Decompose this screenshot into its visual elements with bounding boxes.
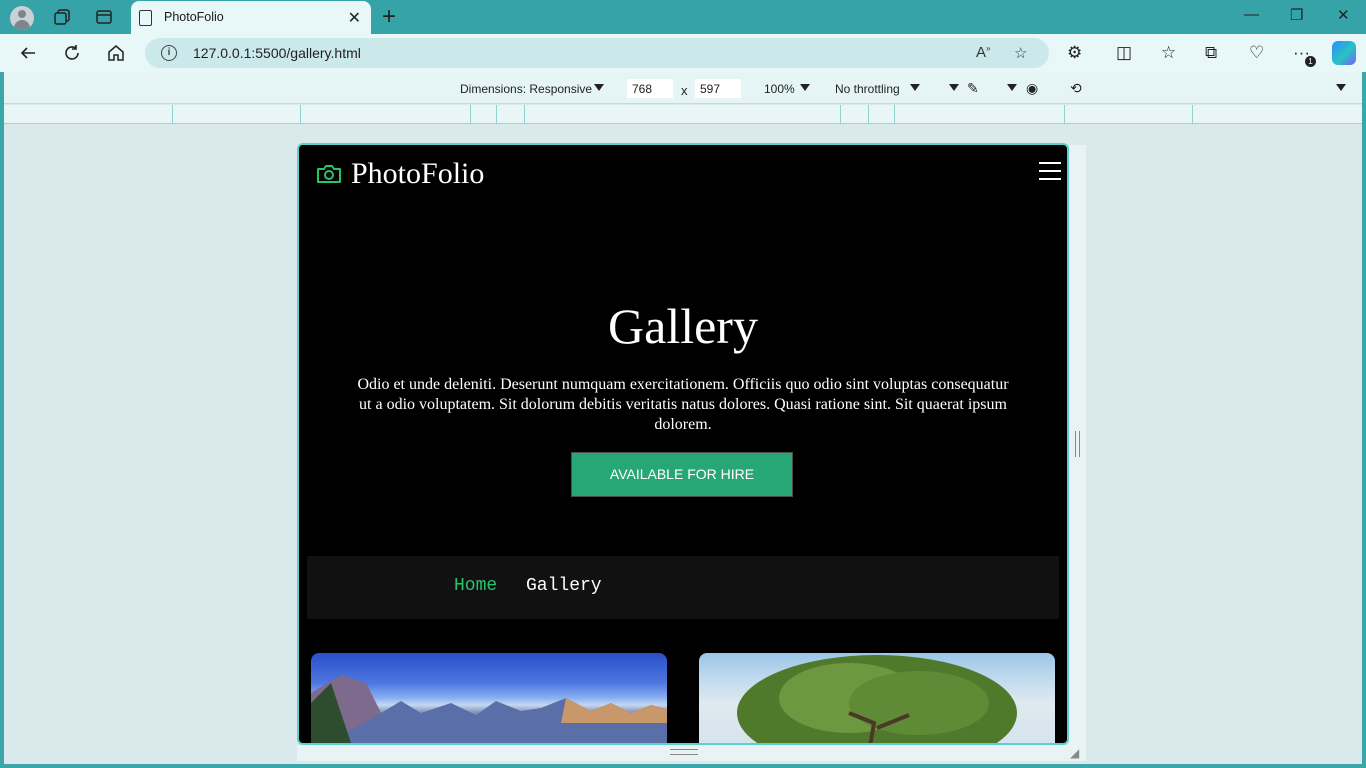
browser-toolbar: i 127.0.0.1:5500/gallery.html A» ☆ ⚙ ◫ ☆… (0, 34, 1366, 72)
site-brand[interactable]: PhotoFolio (316, 157, 484, 191)
browser-essentials-icon[interactable]: ♡ (1249, 43, 1264, 63)
refresh-icon[interactable] (61, 42, 83, 64)
browser-tab[interactable]: PhotoFolio ✕ (131, 1, 371, 34)
throttling-dropdown[interactable]: No throttling (835, 82, 900, 96)
new-tab-icon[interactable]: + (382, 3, 396, 31)
chevron-down-icon[interactable] (800, 84, 810, 91)
close-window-icon[interactable]: ✕ (1337, 6, 1350, 24)
rotate-icon[interactable]: ⟲ (1070, 80, 1082, 97)
resize-handle-corner[interactable]: ◢ (1070, 746, 1079, 760)
eyedropper-icon[interactable]: ✎ (967, 80, 979, 97)
page-title: Gallery (608, 298, 758, 354)
minimize-icon[interactable]: — (1244, 6, 1259, 23)
mountains-image (311, 675, 667, 743)
zoom-dropdown[interactable]: 100% (764, 82, 795, 96)
chevron-down-icon[interactable] (594, 84, 604, 91)
browser-title-bar: PhotoFolio ✕ + — ❐ ✕ (0, 0, 1366, 34)
vision-deficiency-icon[interactable]: ◉ (1026, 80, 1038, 97)
tab-actions-icon[interactable] (95, 8, 113, 26)
read-aloud-icon[interactable]: A» (976, 44, 990, 61)
window-bottom-edge (0, 764, 1366, 768)
back-icon[interactable] (17, 42, 39, 64)
home-icon[interactable] (105, 42, 127, 64)
menu-icon[interactable] (1039, 161, 1061, 181)
chevron-down-icon[interactable] (910, 84, 920, 91)
close-tab-icon[interactable]: ✕ (348, 8, 361, 28)
device-toolbar: Dimensions: Responsive x 100% No throttl… (4, 72, 1362, 104)
collections-icon[interactable]: ⧉ (1205, 43, 1217, 63)
url-text[interactable]: 127.0.0.1:5500/gallery.html (193, 45, 361, 61)
chevron-down-icon[interactable] (1007, 84, 1017, 91)
dimension-separator: x (681, 83, 688, 98)
favorite-star-icon[interactable]: ☆ (1014, 44, 1027, 62)
resize-handle-right[interactable] (1075, 431, 1080, 457)
extensions-icon[interactable]: ⚙ (1067, 43, 1082, 63)
split-screen-icon[interactable]: ◫ (1116, 43, 1132, 63)
restore-icon[interactable]: ❐ (1290, 6, 1303, 24)
chevron-down-icon[interactable] (949, 84, 959, 91)
gallery-image-mountains[interactable] (311, 653, 667, 743)
breadcrumb: Home Gallery (307, 556, 1059, 619)
address-bar[interactable]: i 127.0.0.1:5500/gallery.html A» ☆ (145, 38, 1049, 68)
page-icon (139, 10, 152, 26)
available-for-hire-button[interactable]: AVAILABLE FOR HIRE (571, 452, 793, 497)
resize-handle-bottom[interactable] (670, 749, 698, 755)
notification-badge: 1 (1305, 56, 1316, 67)
height-input[interactable] (695, 79, 741, 98)
copilot-icon[interactable] (1332, 41, 1356, 65)
emulated-page: PhotoFolio Gallery Odio et unde deleniti… (297, 143, 1069, 745)
media-query-bar[interactable] (4, 105, 1362, 124)
tab-title: PhotoFolio (164, 10, 224, 24)
width-input[interactable] (627, 79, 673, 98)
favorites-icon[interactable]: ☆ (1161, 43, 1176, 63)
dimensions-dropdown[interactable]: Dimensions: Responsive (460, 82, 592, 96)
gallery-image-tree[interactable] (699, 653, 1055, 743)
tree-image (737, 655, 1017, 743)
breadcrumb-home-link[interactable]: Home (454, 576, 497, 596)
hero-description: Odio et unde deleniti. Deserunt numquam … (357, 376, 1009, 433)
brand-name: PhotoFolio (351, 157, 485, 190)
more-options-chevron-icon[interactable] (1336, 84, 1346, 91)
workspaces-icon[interactable] (53, 8, 71, 26)
site-info-icon[interactable]: i (161, 45, 177, 61)
camera-icon (317, 165, 341, 183)
profile-avatar[interactable] (10, 6, 34, 30)
breadcrumb-current: Gallery (526, 576, 602, 596)
